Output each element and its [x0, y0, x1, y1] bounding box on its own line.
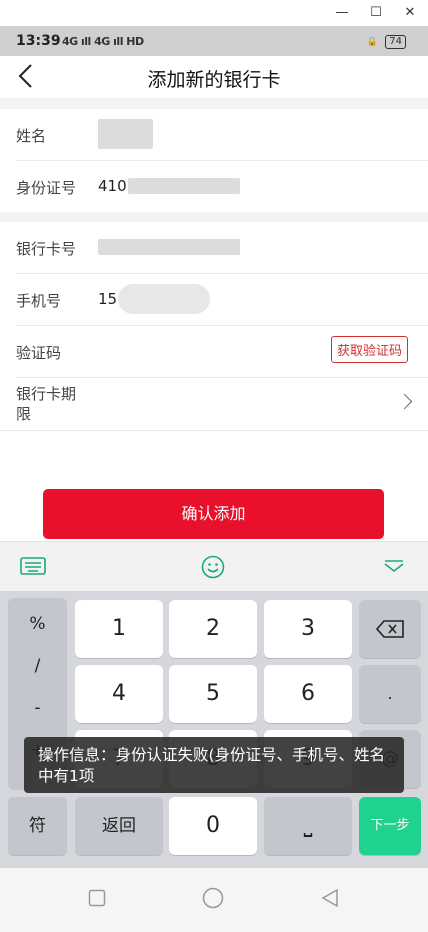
- key-6[interactable]: 6: [264, 665, 352, 723]
- key-0[interactable]: 0: [169, 797, 257, 855]
- key-slash[interactable]: /: [8, 656, 67, 676]
- id-value: 410: [98, 177, 127, 195]
- name-label: 姓名: [16, 127, 47, 145]
- signal-icon: 4G ıll 4G ıll HD: [62, 35, 144, 48]
- phone-row[interactable]: 手机号 15: [0, 274, 428, 325]
- backspace-key[interactable]: [359, 600, 421, 658]
- key-2[interactable]: 2: [169, 600, 257, 658]
- name-value-redacted: [98, 119, 153, 149]
- key-minus[interactable]: -: [8, 698, 67, 718]
- keyboard-toolbar: [0, 541, 428, 592]
- collapse-keyboard-icon[interactable]: [383, 559, 405, 575]
- battery-icon: 74: [385, 35, 406, 49]
- code-row[interactable]: 验证码 获取验证码: [0, 326, 428, 377]
- code-label: 验证码: [16, 344, 62, 362]
- section-gap: [0, 212, 428, 222]
- expiry-label: 银行卡期限: [16, 385, 77, 423]
- emoji-icon[interactable]: [201, 555, 225, 579]
- status-right: 🔒 74: [367, 34, 406, 49]
- key-4[interactable]: 4: [75, 665, 163, 723]
- symbols-key[interactable]: 符: [8, 797, 67, 855]
- phone-value-redacted: [118, 284, 210, 314]
- recent-apps-icon[interactable]: [88, 889, 106, 907]
- back-key[interactable]: 返回: [75, 797, 163, 855]
- page-header: 添加新的银行卡: [0, 56, 428, 99]
- section-gap: [0, 99, 428, 109]
- key-1[interactable]: 1: [75, 600, 163, 658]
- back-triangle-icon[interactable]: [320, 888, 340, 908]
- space-key[interactable]: ⎵: [264, 797, 352, 855]
- name-row[interactable]: 姓名: [0, 109, 428, 160]
- card-value-redacted: [98, 239, 240, 255]
- confirm-add-button[interactable]: 确认添加: [43, 489, 384, 539]
- close-window-button[interactable]: ✕: [400, 4, 420, 22]
- chevron-right-icon: [396, 393, 413, 410]
- page-title: 添加新的银行卡: [147, 69, 281, 91]
- divider: [0, 430, 428, 431]
- keyboard-icon[interactable]: [20, 557, 46, 577]
- card-label: 银行卡号: [16, 240, 77, 258]
- expiry-row[interactable]: 银行卡期限: [0, 378, 428, 430]
- key-dot[interactable]: .: [359, 665, 421, 723]
- lock-icon: 🔒: [366, 37, 378, 47]
- minimize-button[interactable]: —: [332, 4, 352, 22]
- home-icon[interactable]: [202, 887, 224, 909]
- id-value-redacted: [128, 178, 240, 194]
- key-percent[interactable]: %: [8, 614, 67, 634]
- id-label: 身份证号: [16, 179, 77, 197]
- phone-label: 手机号: [16, 292, 62, 310]
- window-title-bar: — ☐ ✕: [0, 0, 428, 26]
- key-5[interactable]: 5: [169, 665, 257, 723]
- status-bar: 13:39 4G ıll 4G ıll HD 🔒 74: [0, 26, 428, 56]
- next-step-key[interactable]: 下一步: [359, 797, 421, 855]
- phone-value: 15: [98, 290, 118, 308]
- key-3[interactable]: 3: [264, 600, 352, 658]
- id-row[interactable]: 身份证号 410: [0, 161, 428, 212]
- get-code-button[interactable]: 获取验证码: [330, 336, 408, 363]
- system-nav-bar: [0, 868, 428, 932]
- backspace-icon: [375, 620, 404, 638]
- maximize-button[interactable]: ☐: [366, 4, 386, 22]
- card-row[interactable]: 银行卡号: [0, 222, 428, 273]
- error-toast: 操作信息：身份认证失败(身份证号、手机号、姓名中有1项: [24, 737, 404, 793]
- status-time: 13:39: [16, 33, 61, 49]
